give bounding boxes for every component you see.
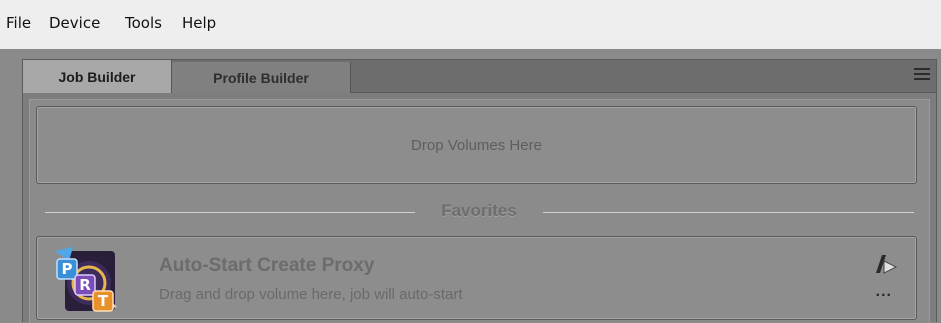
tab-strip: Job Builder Profile Builder [23, 60, 936, 93]
job-builder-content: Drop Volumes Here Favorites P R T Auto-S… [29, 99, 930, 323]
favorites-heading: Favorites [441, 201, 517, 220]
favorites-divider-right [543, 212, 914, 213]
workspace: Job Builder Profile Builder Drop Volumes… [0, 49, 941, 323]
volume-drop-zone[interactable]: Drop Volumes Here [36, 106, 917, 184]
icon-letter-t: T [98, 292, 109, 310]
tab-profile-builder[interactable]: Profile Builder [172, 62, 351, 93]
drop-zone-label: Drop Volumes Here [411, 136, 542, 154]
run-job-icon[interactable] [872, 251, 898, 277]
menu-device[interactable]: Device [49, 14, 100, 32]
more-options-button[interactable]: ... [876, 283, 892, 301]
hamburger-menu-icon[interactable] [914, 68, 930, 82]
menu-help[interactable]: Help [182, 14, 216, 32]
menu-bar: File Device Tools Help [0, 0, 941, 49]
icon-letter-r: R [79, 276, 91, 294]
icon-letter-p: P [62, 260, 73, 278]
favorite-job-card[interactable]: P R T Auto-Start Create Proxy Drag and d… [36, 236, 917, 320]
menu-tools[interactable]: Tools [125, 14, 162, 32]
favorites-divider-left [45, 212, 415, 213]
builder-panel: Job Builder Profile Builder Drop Volumes… [22, 59, 937, 323]
favorite-description: Drag and drop volume here, job will auto… [159, 286, 463, 303]
menu-file[interactable]: File [6, 14, 31, 32]
prt-job-icon: P R T [51, 243, 119, 315]
tab-job-builder[interactable]: Job Builder [23, 60, 172, 93]
favorite-title: Auto-Start Create Proxy [159, 255, 375, 276]
